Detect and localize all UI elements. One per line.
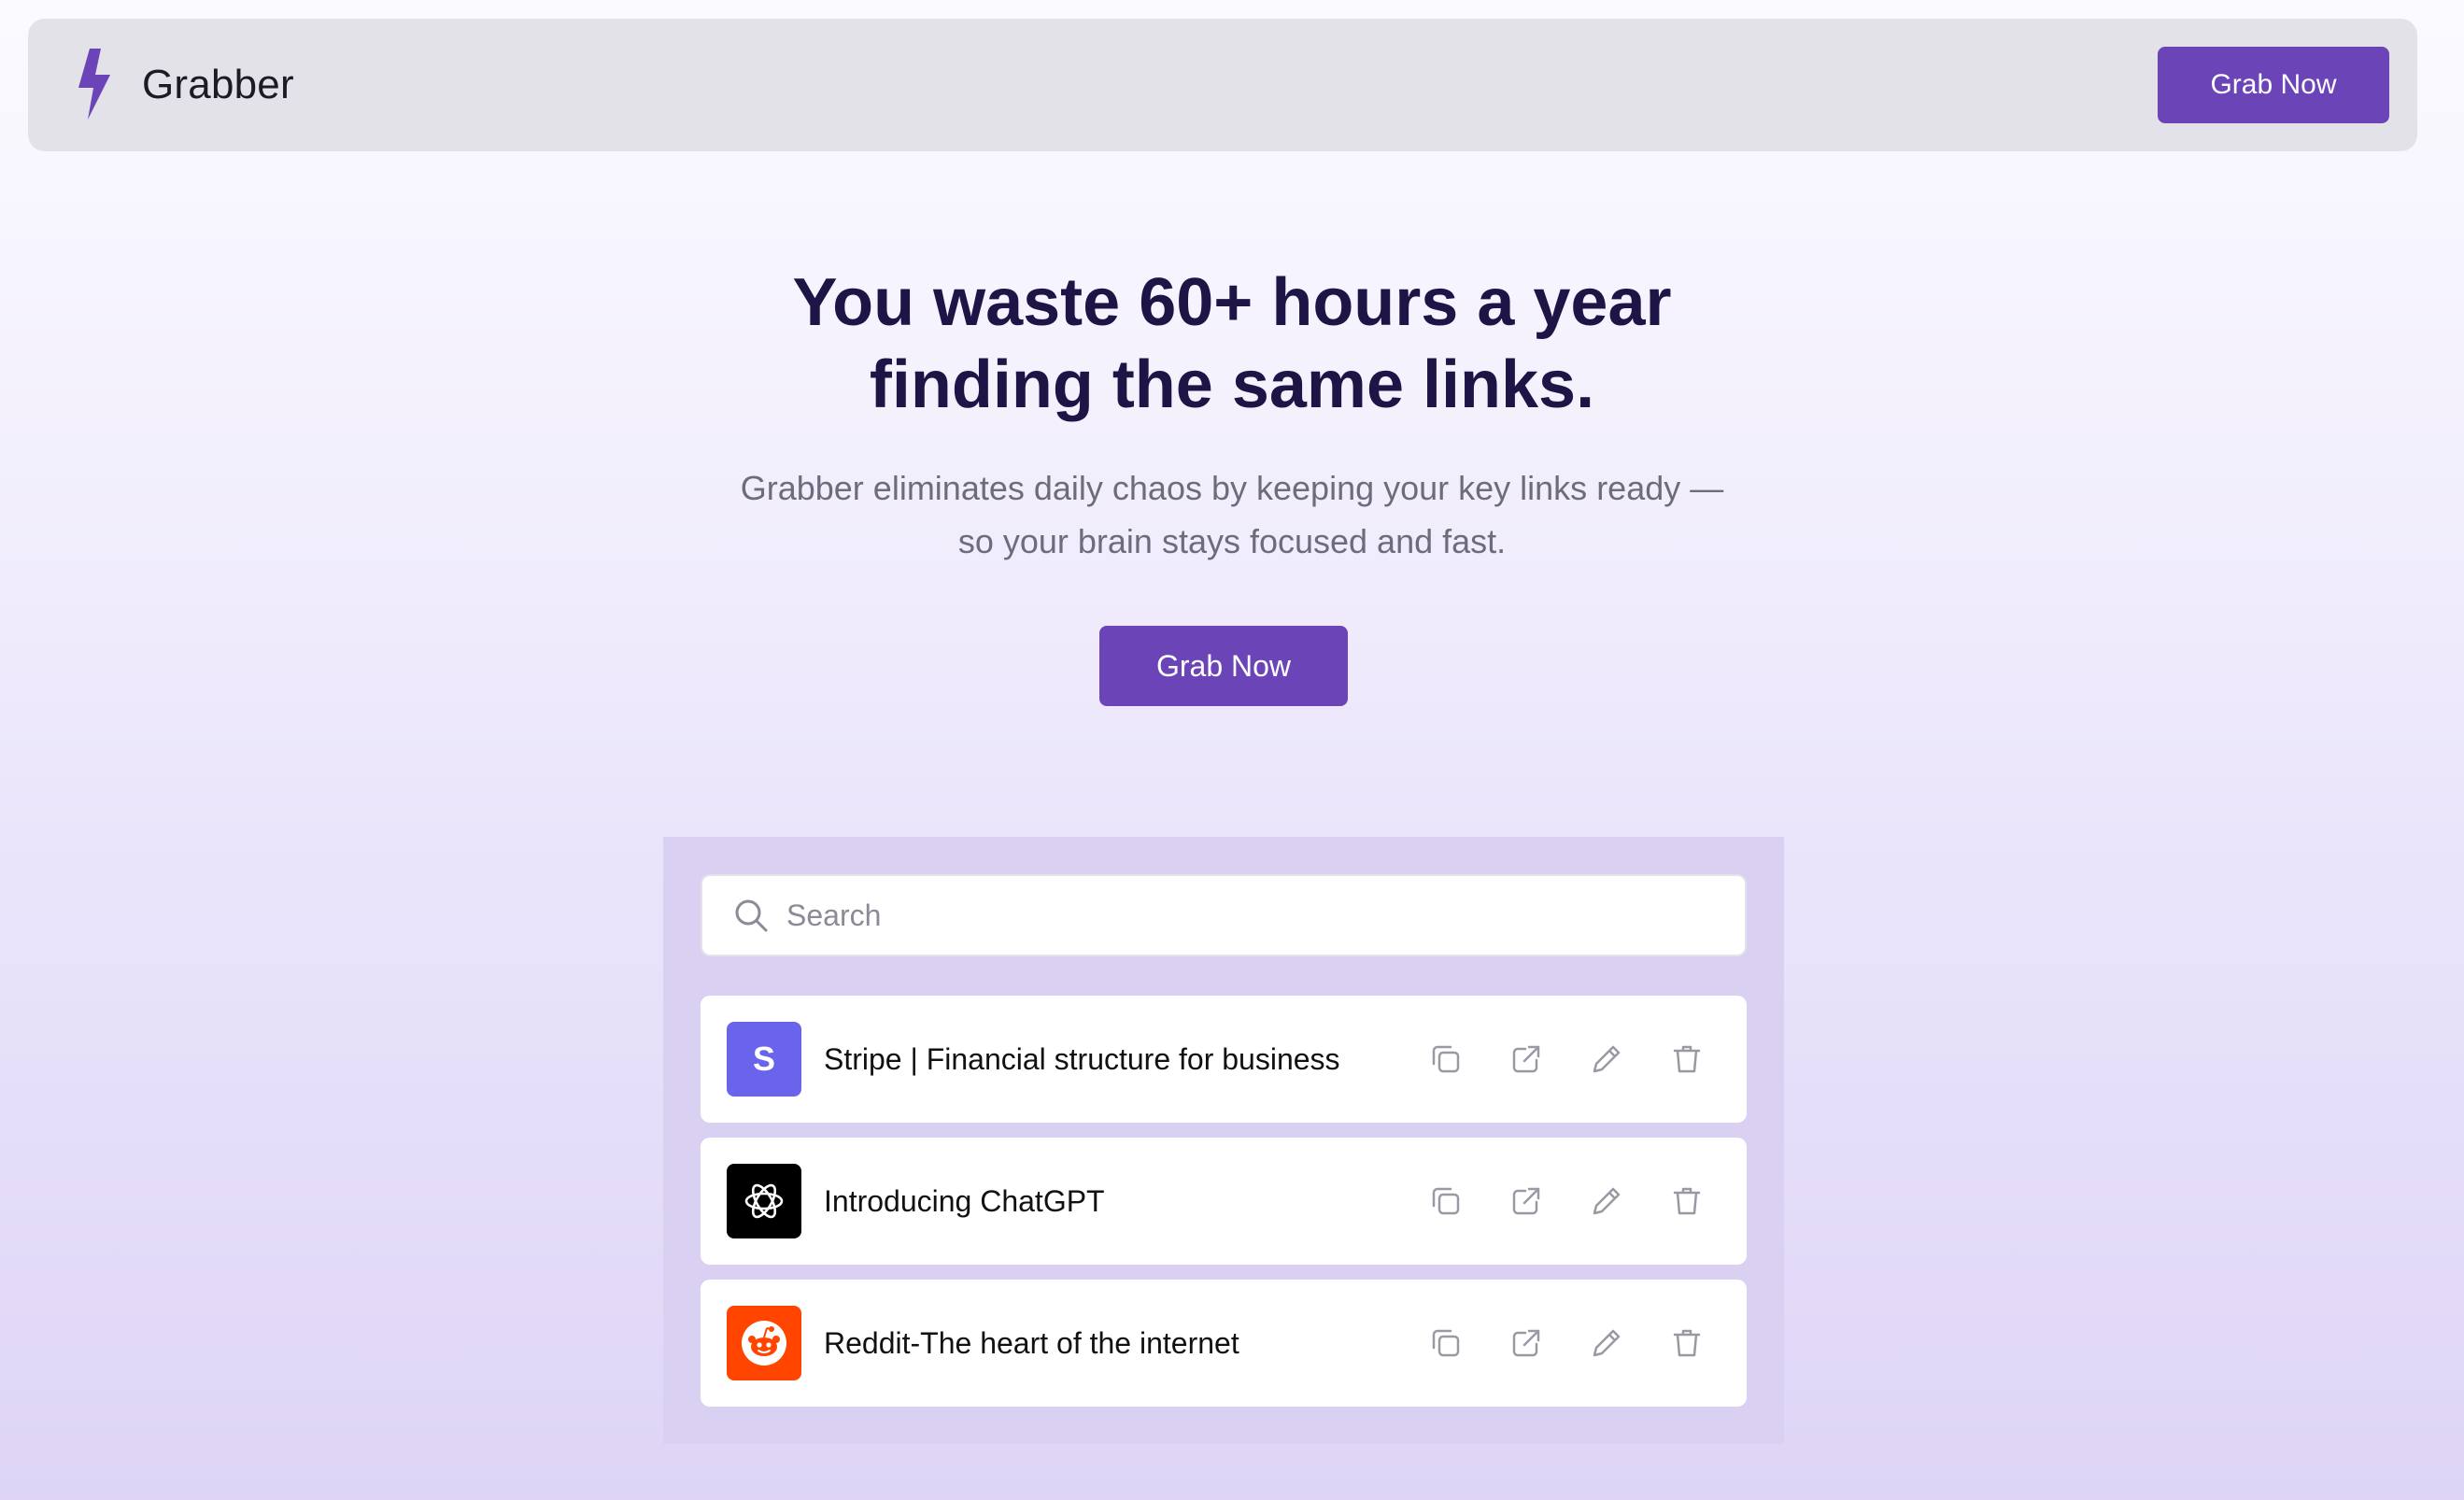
copy-button[interactable] [1420, 1175, 1472, 1227]
link-title[interactable]: Introducing ChatGPT [824, 1181, 1105, 1222]
edit-button[interactable] [1580, 1317, 1633, 1369]
delete-icon [1673, 1329, 1701, 1357]
copy-button[interactable] [1420, 1317, 1472, 1369]
hero-subtitle-line-1: Grabber eliminates daily chaos by keepin… [740, 469, 1724, 507]
delete-button[interactable] [1661, 1033, 1713, 1085]
hero-title-line-2: finding the same links. [869, 347, 1595, 422]
delete-icon [1673, 1045, 1701, 1073]
stripe-logo-icon: S [727, 1022, 801, 1097]
search-icon [735, 899, 768, 932]
copy-button[interactable] [1420, 1033, 1472, 1085]
link-item[interactable]: Introducing ChatGPT [701, 1138, 1747, 1265]
hero-title: You waste 60+ hours a year finding the s… [0, 262, 2464, 426]
copy-icon [1432, 1329, 1460, 1357]
delete-icon [1673, 1187, 1701, 1215]
open-link-button[interactable] [1500, 1175, 1552, 1227]
chatgpt-knot-icon [744, 1183, 784, 1219]
hero-subtitle-line-2: so your brain stays focused and fast. [957, 522, 1507, 560]
chatgpt-logo-icon [727, 1164, 801, 1238]
external-link-icon [1512, 1329, 1540, 1357]
top-nav-bar: Grabber Grab Now [28, 19, 2417, 151]
edit-icon [1593, 1329, 1621, 1357]
copy-icon [1432, 1045, 1460, 1073]
edit-button[interactable] [1580, 1033, 1633, 1085]
link-actions [1420, 1033, 1713, 1085]
reddit-alien-icon [742, 1321, 786, 1366]
link-title[interactable]: Reddit-The heart of the internet [824, 1323, 1239, 1364]
hero-subtitle: Grabber eliminates daily chaos by keepin… [0, 461, 2464, 568]
stripe-favicon-letter: S [752, 1040, 775, 1078]
delete-button[interactable] [1661, 1317, 1713, 1369]
link-actions [1420, 1175, 1713, 1227]
link-item[interactable]: S Stripe | Financial structure for busin… [701, 996, 1747, 1123]
delete-button[interactable] [1661, 1175, 1713, 1227]
lightning-bolt-icon [78, 49, 110, 120]
edit-icon [1593, 1045, 1621, 1073]
edit-icon [1593, 1187, 1621, 1215]
external-link-icon [1512, 1045, 1540, 1073]
search-input[interactable] [786, 887, 1721, 943]
hero-grab-now-button[interactable]: Grab Now [1099, 626, 1348, 706]
link-item[interactable]: Reddit-The heart of the internet [701, 1280, 1747, 1407]
search-box[interactable] [701, 874, 1747, 956]
reddit-logo-icon [727, 1306, 801, 1380]
open-link-button[interactable] [1500, 1033, 1552, 1085]
edit-button[interactable] [1580, 1175, 1633, 1227]
header-grab-now-button[interactable]: Grab Now [2158, 47, 2389, 123]
hero-title-line-1: You waste 60+ hours a year [792, 265, 1672, 340]
copy-icon [1432, 1187, 1460, 1215]
external-link-icon [1512, 1187, 1540, 1215]
link-title[interactable]: Stripe | Financial structure for busines… [824, 1039, 1340, 1080]
demo-panel: S Stripe | Financial structure for busin… [663, 837, 1784, 1444]
link-actions [1420, 1317, 1713, 1369]
brand-name: Grabber [142, 62, 294, 107]
open-link-button[interactable] [1500, 1317, 1552, 1369]
